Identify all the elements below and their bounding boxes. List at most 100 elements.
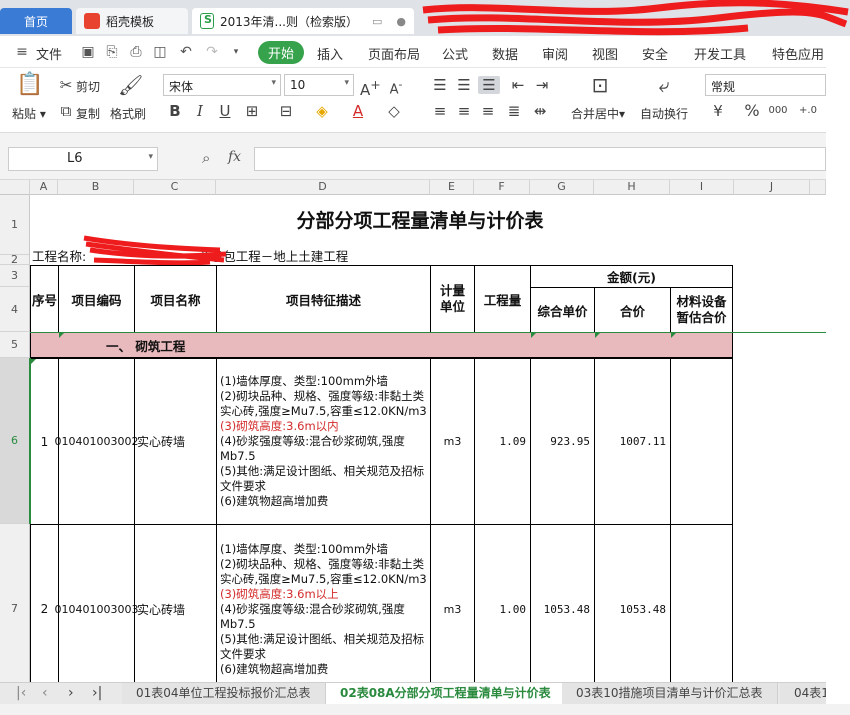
- distributed-align-icon[interactable]: ⇹: [530, 102, 550, 120]
- column-header[interactable]: A: [30, 180, 58, 195]
- bold-icon[interactable]: B: [165, 102, 185, 120]
- table-cell-unit-price[interactable]: 923.95: [530, 358, 595, 525]
- table-cell-total[interactable]: 1053.48: [594, 524, 671, 682]
- zoom-search-icon[interactable]: ⌕: [202, 149, 210, 167]
- menu-page-layout[interactable]: 页面布局: [368, 44, 420, 63]
- row-header[interactable]: 6: [0, 358, 30, 524]
- print-preview-icon[interactable]: ◫: [152, 44, 168, 60]
- row-header[interactable]: 2: [0, 254, 30, 265]
- redo-icon[interactable]: ↷: [204, 44, 220, 60]
- row-header[interactable]: 5: [0, 332, 30, 358]
- format-painter-button[interactable]: 格式刷: [110, 105, 146, 122]
- hamburger-menu-icon[interactable]: ≡: [14, 44, 30, 60]
- column-header[interactable]: [810, 180, 826, 195]
- align-left-icon[interactable]: ≡: [430, 102, 450, 120]
- fill-color-icon[interactable]: ◈: [312, 102, 332, 120]
- align-top-icon[interactable]: ☰: [430, 76, 450, 94]
- copy-button[interactable]: 复制: [76, 105, 100, 122]
- table-cell-code[interactable]: 010401003003: [55, 524, 139, 682]
- cut-button[interactable]: 剪切: [76, 78, 100, 95]
- font-color-icon[interactable]: A: [348, 102, 368, 120]
- column-header[interactable]: C: [134, 180, 216, 195]
- table-cell-qty[interactable]: 1.00: [474, 524, 531, 682]
- table-cell-material[interactable]: [670, 524, 733, 682]
- font-shrink-icon[interactable]: A-: [386, 76, 406, 99]
- menu-insert[interactable]: 插入: [317, 44, 343, 63]
- menu-data[interactable]: 数据: [492, 44, 518, 63]
- name-box[interactable]: L6 ▾: [8, 147, 158, 171]
- table-cell-material[interactable]: [670, 358, 733, 525]
- paste-button[interactable]: 粘贴 ▾: [12, 105, 46, 122]
- wrap-text-button[interactable]: 自动换行: [640, 105, 688, 122]
- clear-format-icon[interactable]: ◇: [384, 102, 404, 120]
- font-name-select[interactable]: 宋体 ▾: [163, 74, 281, 96]
- tab-daoke-templates[interactable]: 稻壳模板: [76, 8, 188, 34]
- italic-icon[interactable]: I: [190, 102, 210, 120]
- fx-icon[interactable]: fx: [228, 149, 241, 165]
- print-icon[interactable]: ⎙: [128, 44, 144, 60]
- justify-icon[interactable]: ≣: [504, 102, 524, 120]
- paste-icon[interactable]: 📋: [16, 74, 43, 96]
- sheet-tab[interactable]: 03表10措施项目清单与计价汇总表: [562, 683, 778, 704]
- menu-formula[interactable]: 公式: [442, 44, 468, 63]
- decrease-indent-icon[interactable]: ⇤: [508, 76, 528, 94]
- tab-monitor-icon[interactable]: ▭: [372, 15, 382, 28]
- align-right-icon[interactable]: ≡: [478, 102, 498, 120]
- last-sheet-icon[interactable]: ›|: [92, 685, 102, 701]
- table-cell-total[interactable]: 1007.11: [594, 358, 671, 525]
- table-cell-qty[interactable]: 1.09: [474, 358, 531, 525]
- row-header[interactable]: 7: [0, 524, 30, 682]
- table-cell-desc[interactable]: (1)墙体厚度、类型:100mm外墙 (2)砌块品种、规格、强度等级:非黏土类实…: [216, 524, 431, 682]
- column-header[interactable]: G: [530, 180, 594, 195]
- undo-icon[interactable]: ↶: [178, 44, 194, 60]
- first-sheet-icon[interactable]: |‹: [16, 685, 26, 701]
- font-grow-icon[interactable]: A+: [360, 76, 381, 99]
- tab-home[interactable]: 首页: [0, 8, 72, 34]
- tab-document[interactable]: 2013年清...则（检索版） ▭ ●: [192, 8, 414, 34]
- table-cell-desc[interactable]: (1)墙体厚度、类型:100mm外墙 (2)砌块品种、规格、强度等级:非黏土类实…: [216, 358, 431, 525]
- table-cell-name[interactable]: 实心砖墙: [134, 358, 217, 525]
- currency-icon[interactable]: ¥: [708, 102, 728, 120]
- spreadsheet-grid[interactable]: A B C D E F G H I J 1 2 3 4 5 6 7 分部分项工程…: [0, 180, 826, 682]
- menu-special-apps[interactable]: 特色应用: [772, 44, 824, 63]
- align-middle-icon[interactable]: ☰: [454, 76, 474, 94]
- menu-file[interactable]: 文件: [36, 44, 62, 63]
- column-header[interactable]: F: [474, 180, 530, 195]
- table-cell-unit[interactable]: m3: [430, 524, 475, 682]
- menu-start[interactable]: 开始: [258, 41, 305, 64]
- menu-view[interactable]: 视图: [592, 44, 618, 63]
- thousands-separator-icon[interactable]: 000: [768, 102, 788, 120]
- underline-icon[interactable]: U: [215, 102, 235, 120]
- align-center-icon[interactable]: ≡: [454, 102, 474, 120]
- next-sheet-icon[interactable]: ›: [68, 685, 74, 701]
- percent-icon[interactable]: %: [742, 102, 762, 120]
- column-header[interactable]: I: [670, 180, 734, 195]
- sheet-tab[interactable]: 01表04单位工程投标报价汇总表: [122, 683, 326, 704]
- merge-center-button[interactable]: 合并居中▾: [571, 105, 625, 122]
- column-header[interactable]: E: [430, 180, 474, 195]
- quick-access-dropdown-icon[interactable]: ▾: [228, 44, 244, 60]
- row-header[interactable]: 4: [0, 287, 30, 332]
- font-size-select[interactable]: 10 ▾: [284, 74, 354, 96]
- fill-pattern-icon[interactable]: ⊟: [276, 102, 296, 120]
- column-header[interactable]: D: [216, 180, 430, 195]
- column-header[interactable]: B: [58, 180, 134, 195]
- number-format-select[interactable]: 常规: [705, 74, 826, 96]
- select-all-corner[interactable]: [0, 180, 30, 195]
- table-cell-unit[interactable]: m3: [430, 358, 475, 525]
- sheet-tab-active[interactable]: 02表08A分部分项工程量清单与计价表: [326, 683, 566, 704]
- row-header[interactable]: 1: [0, 195, 30, 255]
- tab-dot-icon[interactable]: ●: [396, 15, 406, 28]
- menu-review[interactable]: 审阅: [542, 44, 568, 63]
- table-cell-name[interactable]: 实心砖墙: [134, 524, 217, 682]
- table-cell-unit-price[interactable]: 1053.48: [530, 524, 595, 682]
- save-icon[interactable]: ▣: [80, 44, 96, 60]
- table-cell-code[interactable]: 010401003002: [55, 358, 139, 525]
- row-header[interactable]: 3: [0, 265, 30, 287]
- export-icon[interactable]: ⎘: [104, 44, 120, 60]
- column-header[interactable]: J: [734, 180, 810, 195]
- align-bottom-icon[interactable]: ☰: [478, 76, 500, 94]
- formula-input[interactable]: [254, 147, 826, 171]
- increase-decimal-icon[interactable]: +.0: [798, 102, 818, 120]
- prev-sheet-icon[interactable]: ‹: [42, 685, 48, 701]
